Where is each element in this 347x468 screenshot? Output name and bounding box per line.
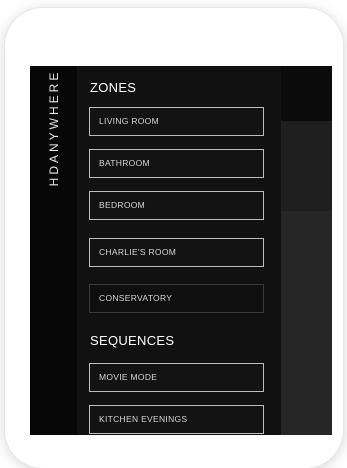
zone-button-bedroom[interactable]: BEDROOM bbox=[89, 191, 264, 220]
navigation-drawer: ZONES LIVING ROOM BATHROOM BEDROOM CHARL… bbox=[77, 66, 281, 435]
sequence-button-movie-mode[interactable]: MOVIE MODE bbox=[89, 363, 264, 392]
brand-sidebar: HDANYWHERE bbox=[30, 66, 77, 435]
zone-button-bathroom[interactable]: BATHROOM bbox=[89, 149, 264, 178]
sequences-heading: SEQUENCES bbox=[90, 333, 175, 348]
zone-button-charlies-room[interactable]: CHARLIE'S ROOM bbox=[89, 238, 264, 267]
brand-logo: HDANYWHERE bbox=[47, 69, 61, 187]
zone-button-conservatory[interactable]: CONSERVATORY bbox=[89, 284, 264, 313]
app-screen: HDANYWHERE ZONES LIVING ROOM BATHROOM BE… bbox=[30, 66, 332, 435]
zone-button-living-room[interactable]: LIVING ROOM bbox=[89, 107, 264, 136]
zones-heading: ZONES bbox=[90, 80, 137, 95]
sequence-button-kitchen-evenings[interactable]: KITCHEN EVENINGS bbox=[89, 405, 264, 434]
